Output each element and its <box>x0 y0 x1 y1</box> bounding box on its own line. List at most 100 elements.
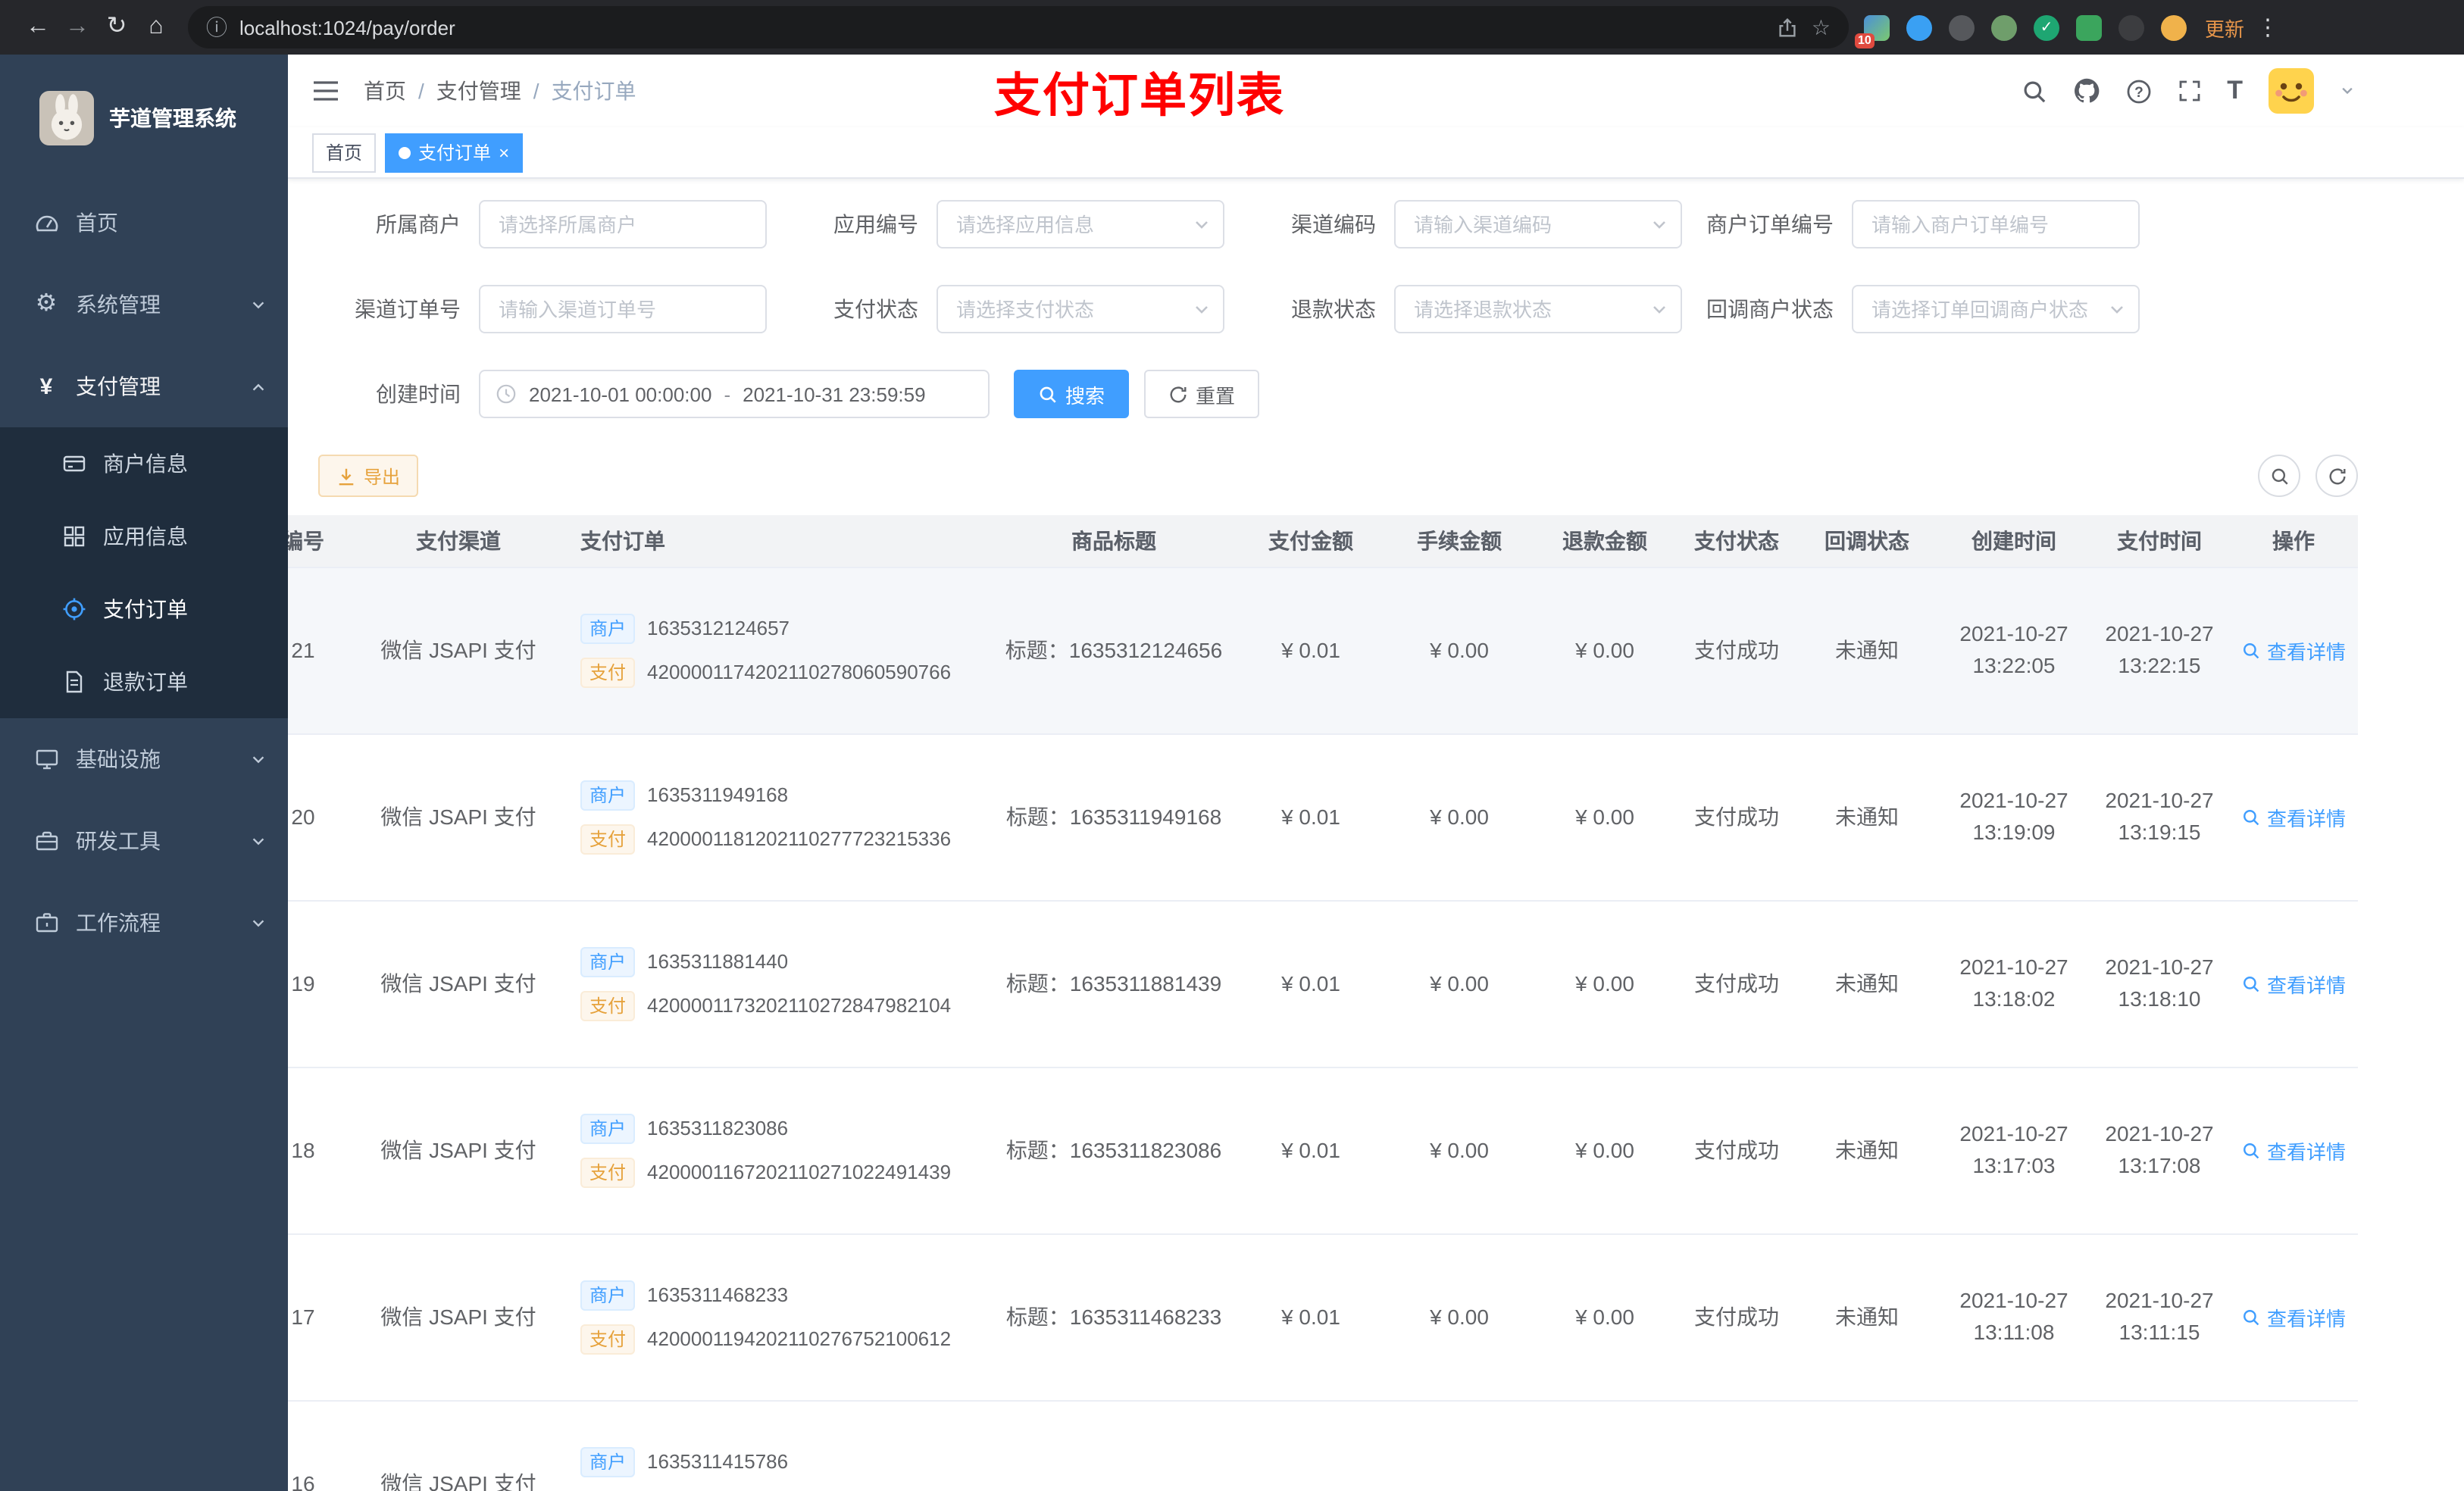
sidebar-item-payment[interactable]: ¥ 支付管理 <box>0 345 288 427</box>
font-size-icon[interactable]: T <box>2227 76 2243 106</box>
table-row[interactable]: 18 微信 JSAPI 支付 商户 1635311823086 支付 4200001… <box>288 1067 2358 1234</box>
chevron-down-icon <box>1650 300 1668 318</box>
table-row[interactable]: 19 微信 JSAPI 支付 商户 1635311881440 支付 4200001… <box>288 900 2358 1067</box>
sidebar-item-workflow[interactable]: 工作流程 <box>0 882 288 964</box>
breadcrumb-current: 支付订单 <box>551 79 636 103</box>
sidebar-item-system[interactable]: ⚙ 系统管理 <box>0 264 288 345</box>
refresh-icon[interactable] <box>2315 455 2358 497</box>
date-start[interactable]: 2021-10-01 00:00:00 <box>529 383 711 405</box>
site-info-icon[interactable]: ⓘ <box>206 17 227 38</box>
cell-pay-time: 2021-10-27 13:22:15 <box>2090 567 2229 734</box>
cell-refund <box>1532 1400 1678 1491</box>
col-refund: 退款金额 <box>1532 515 1678 567</box>
pay-status-select[interactable] <box>937 285 1224 333</box>
extension-icon-1[interactable]: 10 <box>1855 14 1890 48</box>
extension-icon-7[interactable] <box>2118 14 2144 40</box>
bookmark-star-icon[interactable]: ☆ <box>1812 17 1831 38</box>
extension-icon-4[interactable] <box>1991 14 2017 40</box>
tab-pay-order[interactable]: 支付订单 × <box>385 133 524 172</box>
search-icon[interactable] <box>2021 78 2047 104</box>
filter-label-pay-status: 支付状态 <box>833 297 918 321</box>
cell-notify: 未通知 <box>1796 1233 1938 1401</box>
extension-icon-8[interactable] <box>2161 14 2187 40</box>
merchant-input[interactable] <box>479 200 767 248</box>
toggle-search-icon[interactable] <box>2258 455 2300 497</box>
view-detail-link[interactable]: 查看详情 <box>2241 1302 2346 1331</box>
cell-pay-time: 2021-10-27 13:19:15 <box>2090 733 2229 901</box>
help-icon[interactable]: ? <box>2125 78 2151 104</box>
sidebar-item-infra[interactable]: 基础设施 <box>0 718 288 800</box>
cell-order: 商户 1635311949168 支付 4200001181202110277723… <box>561 733 993 901</box>
export-button[interactable]: 导出 <box>318 455 419 497</box>
share-icon[interactable] <box>1777 16 1800 39</box>
address-bar[interactable]: ⓘ localhost:1024/pay/order ☆ <box>188 6 1849 48</box>
table-row[interactable]: 16 微信 JSAPI 支付 商户1635311415786 支付 <box>288 1400 2358 1491</box>
tab-home[interactable]: 首页 <box>312 133 377 172</box>
home-icon[interactable]: ⌂ <box>136 8 176 47</box>
sidebar-item-refund-order[interactable]: 退款订单 <box>0 645 288 718</box>
cell-order: 商户 1635311823086 支付 4200001167202110271022… <box>561 1067 993 1234</box>
avatar[interactable] <box>2269 68 2314 114</box>
logo-avatar <box>39 91 94 145</box>
github-icon[interactable] <box>2072 77 2100 105</box>
refund-status-select[interactable] <box>1394 285 1682 333</box>
extension-icon-2[interactable] <box>1906 14 1932 40</box>
url-text[interactable]: localhost:1024/pay/order <box>239 16 1765 39</box>
collapse-sidebar-icon[interactable] <box>312 79 339 103</box>
browser-update-button[interactable]: 更新 <box>2205 13 2244 42</box>
check-icon: ✓ <box>2040 19 2053 36</box>
toolbox-icon <box>33 829 59 853</box>
breadcrumb-pay[interactable]: 支付管理 <box>436 76 521 106</box>
table-row[interactable]: 21 微信 JSAPI 支付 商户 1635312124657 支付 4200001… <box>288 567 2358 734</box>
extension-icon-3[interactable] <box>1949 14 1975 40</box>
sidebar-item-home[interactable]: 首页 <box>0 182 288 264</box>
date-range-picker[interactable]: 2021-10-01 00:00:00 - 2021-10-31 23:59:5… <box>479 370 990 418</box>
app-select[interactable] <box>937 200 1224 248</box>
cell-fee: ¥ 0.00 <box>1387 1233 1532 1401</box>
breadcrumb-home[interactable]: 首页 <box>364 76 406 106</box>
sidebar-item-app-info[interactable]: 应用信息 <box>0 500 288 573</box>
forward-icon[interactable]: → <box>58 8 97 47</box>
grid-icon <box>61 524 86 549</box>
date-end[interactable]: 2021-10-31 23:59:59 <box>743 383 925 405</box>
sidebar-item-merchant-info[interactable]: 商户信息 <box>0 427 288 500</box>
merchant-tag: 商户 <box>580 946 636 977</box>
view-detail-link[interactable]: 查看详情 <box>2241 969 2346 998</box>
channel-order-no-input[interactable] <box>479 285 767 333</box>
close-icon[interactable]: × <box>499 143 509 161</box>
extension-icon-6[interactable] <box>2076 14 2102 40</box>
sidebar-item-label: 商户信息 <box>103 452 188 476</box>
cell-order: 商户1635311415786 支付 <box>561 1400 993 1491</box>
filter-label-refund-status: 退款状态 <box>1291 297 1376 321</box>
merchant-tag: 商户 <box>580 780 636 810</box>
table-row[interactable]: 20 微信 JSAPI 支付 商户 1635311949168 支付 4200001… <box>288 733 2358 901</box>
cell-status: 支付成功 <box>1678 567 1796 734</box>
extension-icon-5[interactable]: ✓ <box>2034 14 2059 40</box>
channel-code-select[interactable] <box>1394 200 1682 248</box>
notify-status-select[interactable] <box>1852 285 2140 333</box>
sidebar-item-dev-tools[interactable]: 研发工具 <box>0 800 288 882</box>
cell-id: 19 <box>288 900 356 1067</box>
sidebar-item-pay-order[interactable]: 支付订单 <box>0 573 288 645</box>
merchant-order-no-input[interactable] <box>1852 200 2140 248</box>
breadcrumb-separator: / <box>533 79 539 103</box>
cell-action: 查看详情 <box>2229 733 2358 901</box>
cell-amount: ¥ 0.01 <box>1235 733 1387 901</box>
reset-button[interactable]: 重置 <box>1144 370 1260 418</box>
fullscreen-icon[interactable] <box>2177 79 2201 103</box>
reload-icon[interactable]: ↻ <box>97 8 136 47</box>
view-detail-link[interactable]: 查看详情 <box>2241 636 2346 664</box>
search-button[interactable]: 搜索 <box>1014 370 1130 418</box>
col-status: 支付状态 <box>1678 515 1796 567</box>
caret-down-icon[interactable] <box>2340 83 2355 98</box>
view-detail-link[interactable]: 查看详情 <box>2241 1136 2346 1164</box>
col-id: 编号 <box>288 515 356 567</box>
view-detail-link[interactable]: 查看详情 <box>2241 802 2346 831</box>
top-navbar: 首页 / 支付管理 / 支付订单 支付订单列表 ? T <box>288 55 2464 127</box>
tab-label: 首页 <box>326 142 363 164</box>
back-icon[interactable]: ← <box>18 8 58 47</box>
annotation-title: 支付订单列表 <box>994 69 1285 122</box>
merchant-tag: 商户 <box>580 1113 636 1143</box>
table-row[interactable]: 17 微信 JSAPI 支付 商户 1635311468233 支付 4200001… <box>288 1233 2358 1401</box>
browser-menu-icon[interactable]: ⋮ <box>2253 14 2282 40</box>
